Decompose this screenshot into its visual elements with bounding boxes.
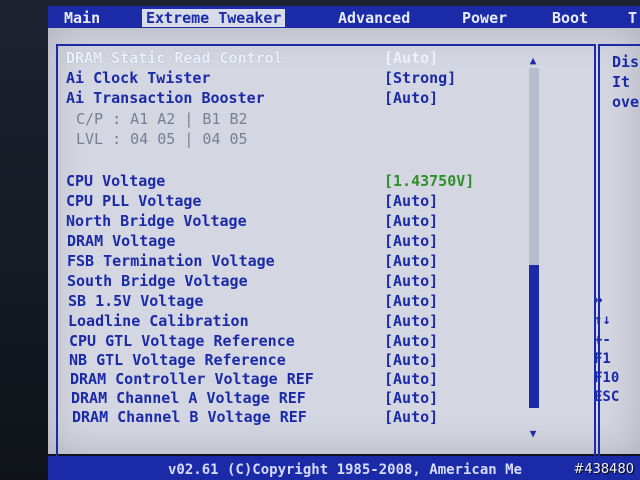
setting-label: DRAM Channel A Voltage REF [71,389,306,407]
key-hint-f10: F10 [594,370,620,386]
setting-value[interactable]: [Auto] [384,351,438,370]
menu-bar: Main Extreme Tweaker Advanced Power Boot… [48,6,640,28]
setting-label: DRAM Controller Voltage REF [70,370,314,388]
tab-advanced[interactable]: Advanced [338,9,410,27]
help-line: Dis [612,53,640,71]
setting-value[interactable]: [Auto] [384,49,438,68]
key-hint-select-menu: ↔ [594,292,603,308]
setting-value[interactable]: [Auto] [384,408,438,427]
setting-value[interactable]: [Auto] [384,292,438,311]
setting-label: CPU PLL Voltage [66,192,202,210]
setting-label: DRAM Voltage [67,232,176,250]
setting-value[interactable]: [Auto] [384,332,438,351]
setting-label: SB 1.5V Voltage [68,292,204,310]
footer-bar: v02.61 (C)Copyright 1985-2008, American … [48,456,640,480]
setting-label: CPU GTL Voltage Reference [69,332,295,350]
help-line: ove [612,93,640,111]
setting-label: DRAM Static Read Control [66,49,283,67]
setting-value[interactable]: [Auto] [384,212,438,231]
key-hint-select-item: ↑↓ [594,312,611,328]
tab-tools[interactable]: T [628,9,637,27]
copyright-text: v02.61 (C)Copyright 1985-2008, American … [168,462,523,478]
setting-label: DRAM Channel B Voltage REF [72,408,307,426]
scrollbar-track[interactable] [529,68,539,408]
scroll-up-arrow-icon[interactable]: ▲ [528,55,538,66]
setting-value[interactable]: [1.43750V] [384,172,474,191]
setting-value[interactable]: [Auto] [384,89,438,108]
help-line: It [612,73,631,91]
tab-main[interactable]: Main [64,9,100,27]
setting-value[interactable]: [Auto] [384,312,438,331]
setting-label: CPU Voltage [66,172,166,190]
setting-value[interactable]: [Auto] [384,192,438,211]
key-hint-f1: F1 [594,351,611,367]
setting-value[interactable]: [Auto] [384,232,438,251]
setting-value[interactable]: [Strong] [384,69,456,88]
setting-value[interactable]: [Auto] [384,370,438,389]
tab-extreme-tweaker[interactable]: Extreme Tweaker [142,9,286,27]
setting-label: North Bridge Voltage [66,212,247,230]
key-hint-change-field: +- [594,332,611,348]
key-hint-esc: ESC [594,389,620,405]
setting-value[interactable]: [Auto] [384,389,438,408]
setting-value[interactable]: [Auto] [384,272,438,291]
setting-label: Loadline Calibration [68,312,249,330]
setting-label: FSB Termination Voltage [67,252,275,270]
tab-boot[interactable]: Boot [552,9,588,27]
setting-label: Ai Transaction Booster [66,89,265,107]
photo-watermark: #438480 [573,462,634,477]
setting-value[interactable]: [Auto] [384,252,438,271]
tab-power[interactable]: Power [462,9,507,27]
setting-label: NB GTL Voltage Reference [69,351,286,369]
info-cp: C/P : A1 A2 | B1 B2 [76,110,248,128]
info-lvl: LVL : 04 05 | 04 05 [76,130,248,148]
scrollbar-thumb[interactable] [529,265,539,408]
scroll-down-arrow-icon[interactable]: ▼ [528,428,538,439]
setting-label: Ai Clock Twister [66,69,211,87]
setting-label: South Bridge Voltage [67,272,248,290]
